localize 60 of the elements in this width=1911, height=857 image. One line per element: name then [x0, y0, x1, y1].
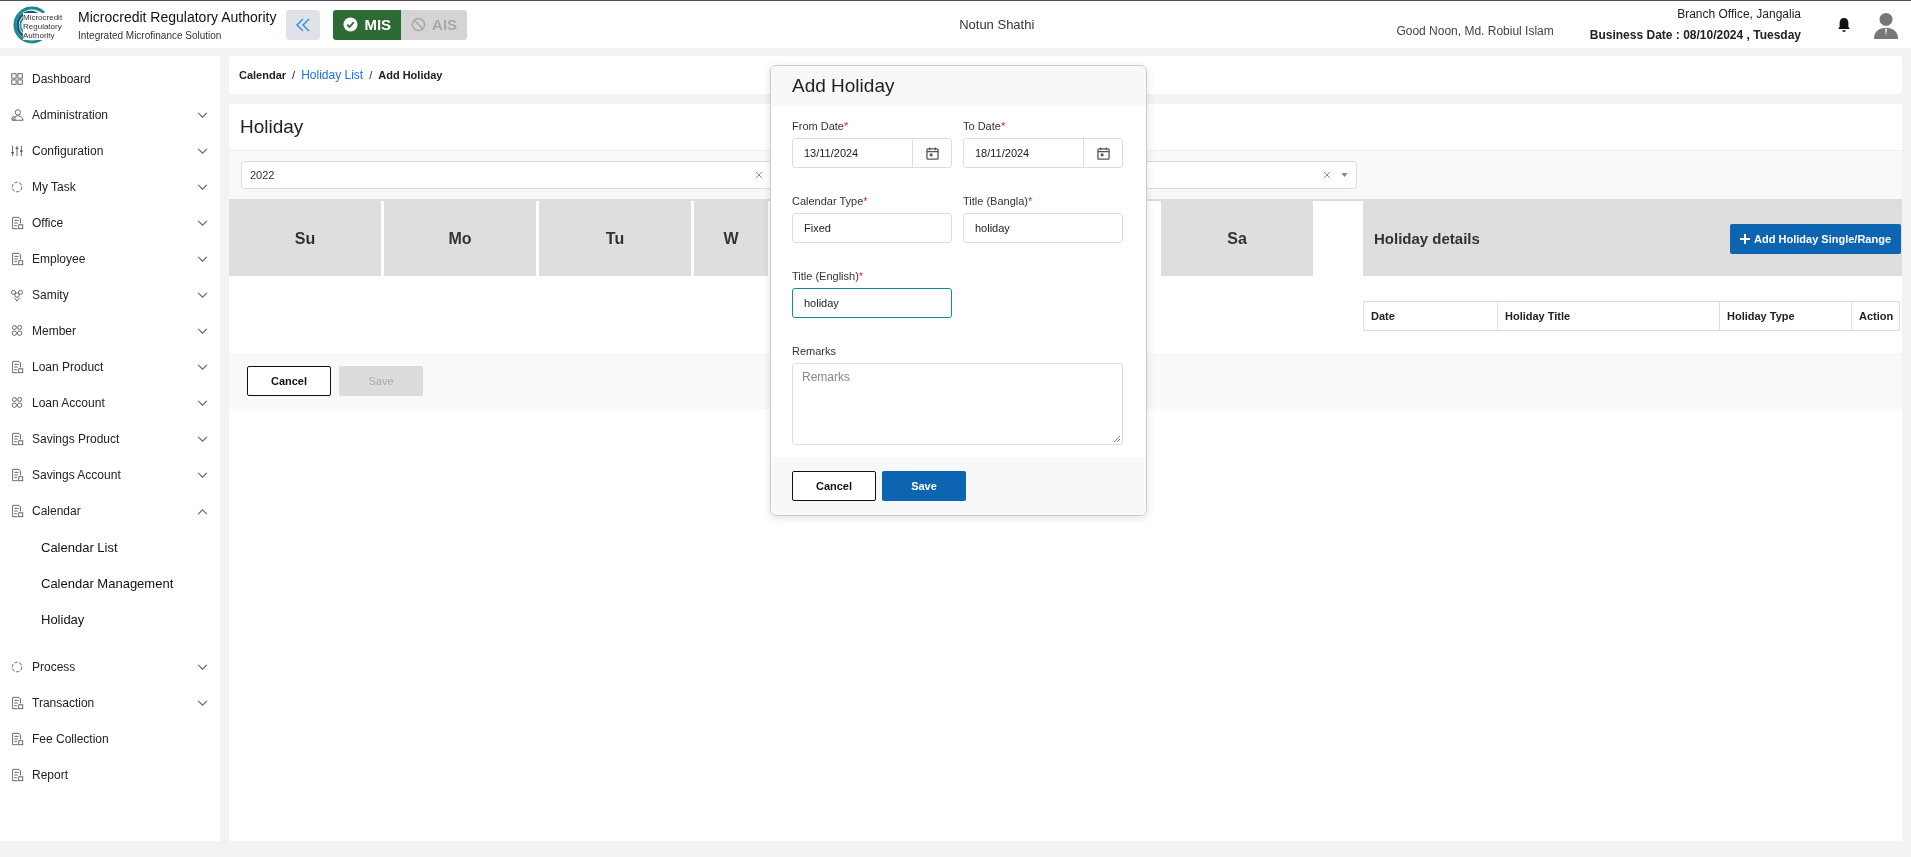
- app-subtitle: Integrated Microfinance Solution: [78, 29, 223, 41]
- branch-name: Branch Office, Jangalia: [1677, 7, 1801, 21]
- sidebar-item[interactable]: Fee Collection: [0, 721, 220, 757]
- sidebar-item[interactable]: Loan Product: [0, 349, 220, 385]
- greeting-text: Good Noon, Md. Robiul Islam: [1396, 24, 1554, 38]
- column-header: Holiday Title: [1497, 302, 1719, 330]
- sidebar-item[interactable]: Report: [0, 757, 220, 793]
- sidebar-item[interactable]: Configuration: [0, 133, 220, 169]
- sidebar-item[interactable]: Office: [0, 205, 220, 241]
- save-button[interactable]: Save: [882, 471, 966, 501]
- weekday-header: Sa: [1161, 201, 1313, 276]
- sidebar-item[interactable]: Calendar: [0, 493, 220, 529]
- column-header: Date: [1370, 309, 1396, 324]
- breadcrumb-separator: /: [292, 69, 296, 81]
- sidebar-item[interactable]: Samity: [0, 277, 220, 313]
- sidebar-item[interactable]: Savings Product: [0, 421, 220, 457]
- breadcrumb-item: Add Holiday: [378, 69, 443, 81]
- weekday-header: Mo: [384, 201, 536, 276]
- sidebar-item[interactable]: Dashboard: [0, 61, 220, 97]
- date-field[interactable]: 18/11/2024: [963, 138, 1123, 168]
- column-header: Holiday Type: [1719, 302, 1851, 330]
- sidebar-item[interactable]: My Task: [0, 169, 220, 205]
- breadcrumb-link[interactable]: Holiday List: [301, 68, 364, 82]
- field-label: Title (English)*: [792, 270, 865, 282]
- sidebar-item[interactable]: Transaction: [0, 685, 220, 721]
- page-title: Holiday: [240, 116, 304, 138]
- sidebar-item[interactable]: Process: [0, 649, 220, 685]
- dialog-title: Add Holiday: [792, 75, 895, 97]
- sidebar-item[interactable]: Member: [0, 313, 220, 349]
- field-label: Remarks: [792, 345, 837, 357]
- app-title: Microcredit Regulatory Authority: [78, 8, 277, 25]
- cancel-button[interactable]: Cancel: [792, 471, 876, 501]
- sidebar-item[interactable]: Administration: [0, 97, 220, 133]
- remarks-field[interactable]: Remarks: [792, 363, 1123, 445]
- weekday-header: Su: [229, 201, 381, 276]
- sidebar-subitem[interactable]: Calendar List: [0, 529, 220, 565]
- business-date: Business Date : 08/10/2024 , Tuesday: [1589, 28, 1801, 42]
- add-holiday-button[interactable]: Add Holiday Single/Range: [1730, 223, 1901, 254]
- field-label: Calendar Type*: [792, 195, 869, 207]
- input-field[interactable]: holiday: [963, 213, 1123, 243]
- organization-name: Notun Shathi: [958, 17, 1036, 32]
- breadcrumb-separator: /: [369, 69, 373, 81]
- sidebar-subitem[interactable]: Calendar Management: [0, 565, 220, 601]
- sidebar-item[interactable]: Loan Account: [0, 385, 220, 421]
- details-title: Holiday details: [1374, 230, 1480, 247]
- field-label: Title (Bangla)*: [963, 195, 1034, 207]
- field-label: From Date*: [792, 120, 850, 132]
- sidebar-subitem[interactable]: Holiday: [0, 601, 220, 637]
- module-tab[interactable]: MIS: [333, 9, 402, 40]
- weekday-header: W: [694, 201, 768, 276]
- sidebar-item[interactable]: Employee: [0, 241, 220, 277]
- sidebar-item[interactable]: Savings Account: [0, 457, 220, 493]
- input-field[interactable]: Fixed: [792, 213, 952, 243]
- field-label: To Date*: [963, 120, 1007, 132]
- breadcrumb-item: Calendar: [239, 69, 287, 81]
- date-field[interactable]: 13/11/2024: [792, 138, 952, 168]
- cancel-button[interactable]: Cancel: [247, 366, 331, 396]
- column-header: Action: [1851, 302, 1901, 330]
- input-field[interactable]: holiday: [792, 288, 952, 318]
- weekday-header: Tu: [539, 201, 691, 276]
